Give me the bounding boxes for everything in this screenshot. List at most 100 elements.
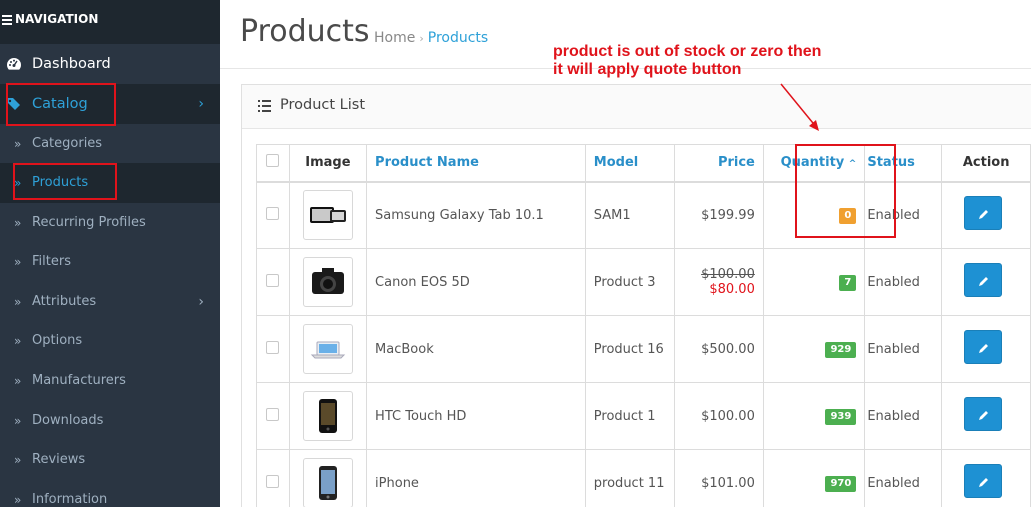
quantity-badge: 939 bbox=[825, 408, 857, 425]
header-model[interactable]: Model bbox=[584, 144, 676, 183]
double-chevron-icon: » bbox=[14, 137, 22, 151]
pencil-icon bbox=[979, 344, 989, 353]
sidebar-subitem-label: Recurring Profiles bbox=[32, 215, 146, 230]
annotation-arrow bbox=[780, 83, 819, 131]
header-price[interactable]: Price bbox=[674, 144, 764, 183]
double-chevron-icon: » bbox=[14, 493, 22, 507]
quantity-badge: 970 bbox=[825, 475, 857, 492]
product-price: $100.00 $80.00 bbox=[674, 248, 764, 316]
product-model: Product 1 bbox=[584, 382, 676, 450]
action-cell bbox=[941, 449, 1031, 507]
price-special: $80.00 bbox=[709, 282, 755, 297]
annotation-text: product is out of stock or zero then it … bbox=[553, 43, 821, 79]
row-checkbox[interactable] bbox=[266, 273, 280, 287]
product-thumbnail-laptop[interactable] bbox=[302, 324, 353, 374]
sidebar-subitem-label: Downloads bbox=[32, 413, 104, 428]
sidebar-subitem-label: Information bbox=[32, 492, 108, 507]
quantity-badge: 929 bbox=[825, 341, 857, 358]
sidebar-subitem-information[interactable]: » Information bbox=[0, 480, 220, 507]
breadcrumb-products[interactable]: Products bbox=[428, 30, 488, 46]
pencil-icon bbox=[979, 210, 989, 220]
pencil-icon bbox=[979, 277, 989, 286]
price-value: $100.00 bbox=[701, 408, 755, 424]
select-all-checkbox[interactable] bbox=[266, 154, 280, 168]
sidebar-subitem-options[interactable]: » Options bbox=[0, 321, 220, 361]
sidebar-subitem-attributes[interactable]: » Attributes › bbox=[0, 282, 220, 322]
product-thumbnail-iphone[interactable] bbox=[302, 458, 353, 507]
chevron-right-icon: › bbox=[198, 96, 204, 112]
pencil-icon bbox=[979, 411, 989, 420]
product-model: Product 3 bbox=[584, 248, 676, 316]
product-image-cell bbox=[288, 382, 368, 450]
sidebar-subitem-downloads[interactable]: » Downloads bbox=[0, 401, 220, 441]
row-checkbox[interactable] bbox=[266, 474, 280, 488]
product-image-cell bbox=[288, 449, 368, 507]
product-name: Samsung Galaxy Tab 10.1 bbox=[366, 181, 586, 249]
sidebar-subitem-filters[interactable]: » Filters bbox=[0, 242, 220, 282]
action-cell bbox=[941, 248, 1031, 316]
double-chevron-icon: » bbox=[14, 374, 22, 388]
iphone-image bbox=[318, 466, 337, 500]
header-action: Action bbox=[941, 144, 1031, 183]
edit-button[interactable] bbox=[964, 196, 1003, 231]
edit-button[interactable] bbox=[964, 263, 1003, 297]
sidebar-subitem-label: Manufacturers bbox=[32, 373, 126, 388]
product-price: $101.00 bbox=[674, 449, 764, 507]
product-status: Enabled bbox=[864, 248, 943, 316]
double-chevron-icon: » bbox=[14, 255, 22, 269]
product-status: Enabled bbox=[864, 382, 943, 450]
edit-button[interactable] bbox=[964, 397, 1003, 431]
annotation-line: it will apply quote button bbox=[553, 61, 742, 78]
annotation-box-quantity bbox=[795, 144, 896, 238]
row-select-cell bbox=[256, 248, 290, 316]
sidebar-item-dashboard[interactable]: Dashboard bbox=[0, 44, 220, 84]
sidebar: NAVIGATION Dashboard Catalog › » Categori… bbox=[0, 0, 220, 507]
row-select-cell bbox=[256, 181, 290, 249]
product-status: Enabled bbox=[864, 449, 943, 507]
product-quantity: 939 bbox=[762, 382, 866, 450]
row-checkbox[interactable] bbox=[266, 407, 280, 421]
sidebar-subitem-label: Options bbox=[32, 333, 83, 348]
product-thumbnail-tablet[interactable] bbox=[302, 190, 353, 241]
price-value: $199.99 bbox=[701, 207, 755, 223]
panel-title: Product List bbox=[280, 97, 366, 113]
breadcrumb-home[interactable]: Home bbox=[374, 30, 415, 46]
table-row: MacBook Product 16 $500.00 929 Enabled bbox=[256, 315, 1031, 383]
sidebar-subitem-categories[interactable]: » Categories bbox=[0, 124, 220, 164]
nav-header-label: NAVIGATION bbox=[15, 12, 99, 26]
row-checkbox[interactable] bbox=[266, 340, 280, 354]
table-row: Canon EOS 5D Product 3 $100.00 $80.00 7 E… bbox=[256, 248, 1031, 316]
breadcrumb-separator: › bbox=[419, 32, 424, 45]
product-name: iPhone bbox=[366, 449, 586, 507]
nav-header[interactable]: NAVIGATION bbox=[0, 0, 220, 44]
product-status: Enabled bbox=[864, 315, 943, 383]
product-model: Product 16 bbox=[584, 315, 676, 383]
edit-button[interactable] bbox=[964, 330, 1003, 364]
select-all-cell bbox=[256, 144, 290, 183]
sidebar-subitem-reviews[interactable]: » Reviews bbox=[0, 440, 220, 480]
price-old: $100.00 bbox=[701, 267, 755, 282]
action-cell bbox=[941, 382, 1031, 450]
sidebar-subitem-manufacturers[interactable]: » Manufacturers bbox=[0, 361, 220, 401]
tablet-image bbox=[309, 207, 346, 224]
phone-image bbox=[318, 399, 337, 433]
price-value: $500.00 bbox=[701, 341, 755, 357]
product-image-cell bbox=[288, 181, 368, 249]
breadcrumb: Home › Products bbox=[374, 30, 488, 46]
product-image-cell bbox=[288, 248, 368, 316]
annotation-box-catalog bbox=[6, 83, 116, 126]
menu-icon[interactable] bbox=[2, 13, 12, 27]
row-checkbox[interactable] bbox=[266, 206, 280, 220]
product-image-cell bbox=[288, 315, 368, 383]
product-thumbnail-camera[interactable] bbox=[302, 257, 353, 307]
product-name: Canon EOS 5D bbox=[366, 248, 586, 316]
header-product-name[interactable]: Product Name bbox=[366, 144, 586, 183]
sidebar-subitem-label: Attributes bbox=[32, 294, 97, 309]
dashboard-icon bbox=[7, 58, 21, 70]
sidebar-subitem-recurring-profiles[interactable]: » Recurring Profiles bbox=[0, 203, 220, 243]
edit-button[interactable] bbox=[964, 464, 1003, 498]
product-thumbnail-phone[interactable] bbox=[302, 391, 353, 441]
annotation-box-products bbox=[13, 163, 117, 200]
row-select-cell bbox=[256, 315, 290, 383]
double-chevron-icon: » bbox=[14, 216, 22, 230]
